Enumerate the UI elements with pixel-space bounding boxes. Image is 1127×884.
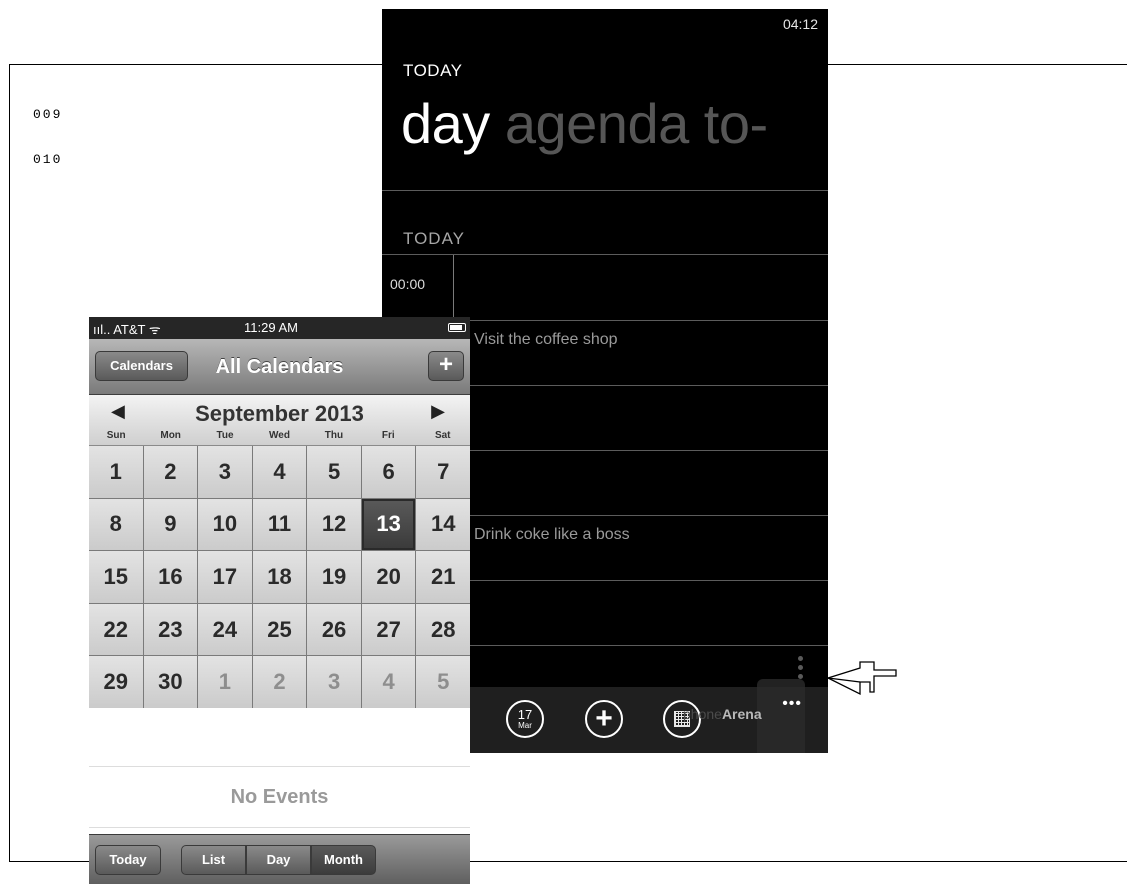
event-item[interactable]: Visit the coffee shop: [474, 331, 618, 349]
add-event-button[interactable]: +: [428, 351, 464, 381]
weekday-label: Tue: [216, 430, 234, 441]
calendar-day[interactable]: 30: [143, 656, 198, 708]
calendar-day[interactable]: 14: [416, 498, 470, 551]
calendar-day[interactable]: 4: [361, 656, 416, 708]
calendar-day[interactable]: 26: [307, 603, 361, 656]
calendar-day[interactable]: 28: [416, 603, 470, 656]
plus-circle-icon: +: [595, 702, 613, 735]
day-view-button[interactable]: Day: [246, 845, 311, 875]
month-view-button[interactable]: Month: [311, 845, 376, 875]
calendar-day[interactable]: 4: [252, 446, 307, 498]
hour-line: [453, 450, 828, 451]
calendar-day[interactable]: 5: [307, 446, 361, 498]
weekday-label: Mon: [160, 430, 181, 441]
weekday-label: Sat: [434, 430, 451, 441]
pivot-header: day agenda to-: [401, 91, 768, 156]
calendar-day[interactable]: 17: [198, 551, 252, 603]
weekday-label: Thu: [324, 430, 344, 441]
calendar-day[interactable]: 19: [307, 551, 361, 603]
calendar-day[interactable]: 10: [198, 498, 252, 551]
date-day: 17: [517, 707, 533, 722]
hour-line: [453, 645, 828, 646]
calendar-day[interactable]: 1: [198, 656, 252, 708]
divider: [382, 254, 828, 255]
list-view-button[interactable]: List: [181, 845, 246, 875]
calendar-day[interactable]: 16: [143, 551, 198, 603]
calendar-day[interactable]: 20: [361, 551, 416, 603]
today-button[interactable]: Today: [95, 845, 161, 875]
calendar-day[interactable]: 21: [416, 551, 470, 603]
line-number: 010: [33, 152, 63, 167]
weekday-label: Wed: [269, 430, 290, 441]
calendar-day[interactable]: 23: [143, 603, 198, 656]
calendar-day[interactable]: 29: [89, 656, 143, 708]
no-events-label: No Events: [89, 766, 470, 828]
pivot-item-day[interactable]: day: [401, 92, 490, 155]
event-item[interactable]: Drink coke like a boss: [474, 526, 630, 544]
calendar-day[interactable]: 6: [361, 446, 416, 498]
status-clock: 11:29 AM: [244, 320, 298, 335]
page-title: TODAY: [403, 61, 463, 80]
calendar-day[interactable]: 9: [143, 498, 198, 551]
month-title: September 2013: [195, 401, 364, 426]
status-bar: ııl.. AT&T ᯤ 11:29 AM: [89, 317, 470, 339]
nav-title: All Calendars: [215, 356, 344, 378]
bottom-toolbar: Today List Day Month: [89, 834, 470, 884]
view-segmented-control: List Day Month: [181, 845, 376, 875]
calendar-day[interactable]: 12: [307, 498, 361, 551]
calendar-day[interactable]: 11: [252, 498, 307, 551]
calendar-day[interactable]: 8: [89, 498, 143, 551]
calendar-day[interactable]: 22: [89, 603, 143, 656]
calendar-day[interactable]: 2: [143, 446, 198, 498]
time-slot-label: 00:00: [390, 276, 426, 292]
month-grid: 1 2 3 4 5 6 7 8 9 10 11 12 13 14 15 16 17 18 19 20 21 22 23 24 2…: [89, 446, 470, 708]
weekday-label: Fri: [381, 430, 395, 441]
weekday-row: Sun Mon Tue Wed Thu Fri Sat: [89, 430, 470, 441]
section-header: TODAY: [403, 229, 465, 248]
date-month: Mar: [518, 721, 532, 730]
hour-line: [453, 385, 828, 386]
navigation-bar: Calendars All Calendars +: [89, 339, 470, 395]
hour-line: [453, 580, 828, 581]
status-clock: 04:12: [782, 16, 818, 32]
calendar-day[interactable]: 3: [198, 446, 252, 498]
month-header: ◀ September 2013 ▶ Sun Mon Tue Wed Thu F…: [89, 395, 470, 446]
calendar-day[interactable]: 2: [252, 656, 307, 708]
hour-line: [453, 320, 828, 321]
calendar-day[interactable]: 24: [198, 603, 252, 656]
carrier-signal: ııl.. AT&T ᯤ: [93, 322, 161, 337]
calendar-day-selected[interactable]: 13: [361, 498, 416, 551]
next-month-icon[interactable]: ▶: [431, 401, 445, 422]
calendar-day[interactable]: 18: [252, 551, 307, 603]
calendar-day[interactable]: 5: [416, 656, 470, 708]
watermark-logo: phoneArena: [683, 706, 762, 722]
more-options-icon[interactable]: •••: [782, 695, 802, 713]
today-date-button[interactable]: 17 Mar: [506, 700, 544, 738]
calendar-day[interactable]: 1: [89, 446, 143, 498]
watermark-box: [757, 679, 805, 753]
new-event-button[interactable]: +: [585, 700, 623, 738]
line-number: 009: [33, 107, 63, 122]
hour-line: [453, 515, 828, 516]
battery-icon: [448, 323, 466, 332]
pivot-item-agenda[interactable]: agenda to-: [505, 92, 768, 155]
arrow-pointer-icon: [826, 661, 897, 696]
divider: [382, 190, 828, 191]
iphone-calendar-screen: ııl.. AT&T ᯤ 11:29 AM Calendars All Cale…: [89, 317, 470, 884]
weekday-label: Sun: [106, 430, 126, 441]
calendar-day[interactable]: 15: [89, 551, 143, 603]
calendar-day[interactable]: 27: [361, 603, 416, 656]
calendar-day[interactable]: 25: [252, 603, 307, 656]
calendar-day[interactable]: 3: [307, 656, 361, 708]
calendar-day[interactable]: 7: [416, 446, 470, 498]
